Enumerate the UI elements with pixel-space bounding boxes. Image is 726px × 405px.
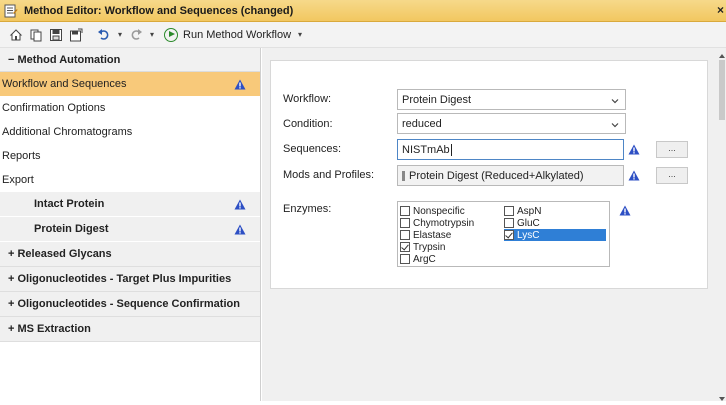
sidebar-item-intact-protein[interactable]: Intact Protein <box>0 192 260 217</box>
enzyme-label: GluC <box>517 217 540 229</box>
enzyme-aspn[interactable]: AspN <box>504 205 541 217</box>
chevron-down-icon <box>611 96 619 104</box>
chevron-down-icon <box>611 120 619 128</box>
document-icon <box>4 4 18 18</box>
workflow-form: Workflow: Protein Digest Condition: redu… <box>270 60 708 289</box>
mods-label: Mods and Profiles: <box>283 169 375 181</box>
save-as-icon[interactable] <box>68 27 84 43</box>
sidebar-item-label: Export <box>2 174 34 186</box>
scroll-down-icon[interactable] <box>719 393 725 401</box>
condition-label: Condition: <box>283 118 333 130</box>
undo-dropdown-icon[interactable]: ▾ <box>118 30 122 39</box>
enzyme-label: Trypsin <box>413 241 446 253</box>
enzyme-gluc[interactable]: GluC <box>504 217 540 229</box>
checkbox[interactable] <box>504 206 514 216</box>
sidebar-item-label: Protein Digest <box>34 223 109 235</box>
title-bar: Method Editor: Workflow and Sequences (c… <box>0 0 726 22</box>
text-cursor <box>450 143 452 156</box>
main-panel: Workflow: Protein Digest Condition: redu… <box>262 48 718 401</box>
workflow-value: Protein Digest <box>402 93 472 106</box>
enzymes-label: Enzymes: <box>283 203 332 215</box>
mods-field[interactable]: Protein Digest (Reduced+Alkylated) <box>397 165 624 186</box>
enzyme-label: AspN <box>517 205 542 217</box>
home-icon[interactable] <box>8 27 24 43</box>
redo-dropdown-icon[interactable]: ▾ <box>150 30 154 39</box>
enzyme-nonspecific[interactable]: Nonspecific <box>400 205 465 217</box>
warning-icon <box>234 79 246 90</box>
toolbar: ▾ ▾ Run Method Workflow ▾ <box>0 22 726 48</box>
checkbox[interactable] <box>400 254 410 264</box>
checkbox[interactable] <box>400 230 410 240</box>
sidebar-item-workflow-and-sequences[interactable]: Workflow and Sequences <box>0 72 260 96</box>
checkbox[interactable] <box>504 218 514 228</box>
save-icon[interactable] <box>48 27 64 43</box>
condition-select[interactable]: reduced <box>397 113 626 134</box>
enzyme-argc[interactable]: ArgC <box>400 253 436 265</box>
scrollbar-thumb[interactable] <box>719 60 725 120</box>
vertical-scrollbar[interactable] <box>718 48 726 401</box>
sidebar-item-label: Additional Chromatograms <box>2 126 133 138</box>
sequences-field[interactable]: NISTmAb <box>397 139 624 160</box>
sidebar: − Method Automation Workflow and Sequenc… <box>0 48 261 401</box>
sidebar-item-export[interactable]: Export <box>0 168 260 192</box>
warning-icon <box>234 199 246 210</box>
enzyme-label: Nonspecific <box>413 205 465 217</box>
condition-value: reduced <box>402 117 442 130</box>
run-dropdown-icon[interactable]: ▾ <box>298 30 302 39</box>
sidebar-item-protein-digest[interactable]: Protein Digest <box>0 217 260 242</box>
close-button[interactable]: × <box>717 3 724 17</box>
mods-value: Protein Digest (Reduced+Alkylated) <box>409 169 584 182</box>
mods-browse-button[interactable]: ... <box>656 167 688 184</box>
sequences-browse-button[interactable]: ... <box>656 141 688 158</box>
enzyme-label: Elastase <box>413 229 452 241</box>
group-ms-extraction[interactable]: + MS Extraction <box>0 317 260 342</box>
group-oligonucleotides-sequence[interactable]: + Oligonucleotides - Sequence Confirmati… <box>0 292 260 317</box>
group-oligonucleotides-target[interactable]: + Oligonucleotides - Target Plus Impurit… <box>0 267 260 292</box>
checkbox[interactable] <box>400 218 410 228</box>
checkbox[interactable] <box>400 206 410 216</box>
run-method-workflow-button[interactable]: Run Method Workflow ▾ <box>164 27 304 42</box>
redo-icon[interactable] <box>128 27 144 43</box>
enzyme-elastase[interactable]: Elastase <box>400 229 451 241</box>
warning-icon <box>234 224 246 235</box>
group-released-glycans[interactable]: + Released Glycans <box>0 242 260 267</box>
enzyme-lysc[interactable]: LysC <box>504 229 606 241</box>
sidebar-item-reports[interactable]: Reports <box>0 144 260 168</box>
sidebar-item-label: Reports <box>2 150 41 162</box>
enzyme-label: ArgC <box>413 253 436 265</box>
warning-icon <box>628 170 640 184</box>
scroll-up-icon[interactable] <box>719 50 725 58</box>
sidebar-item-confirmation-options[interactable]: Confirmation Options <box>0 96 260 120</box>
checkbox[interactable] <box>504 230 514 240</box>
sidebar-item-label: Confirmation Options <box>2 102 106 114</box>
open-icon[interactable] <box>28 27 44 43</box>
window-title: Method Editor: Workflow and Sequences (c… <box>24 4 294 17</box>
workflow-label: Workflow: <box>283 93 332 105</box>
sidebar-item-label: Workflow and Sequences <box>2 78 127 90</box>
list-icon <box>402 170 405 181</box>
enzyme-label: LysC <box>517 229 540 241</box>
checkbox[interactable] <box>400 242 410 252</box>
workflow-select[interactable]: Protein Digest <box>397 89 626 110</box>
warning-icon <box>628 144 640 158</box>
method-automation-header[interactable]: − Method Automation <box>0 48 260 72</box>
enzyme-label: Chymotrypsin <box>413 217 475 229</box>
sequences-label: Sequences: <box>283 143 342 155</box>
enzyme-trypsin[interactable]: Trypsin <box>400 241 445 253</box>
sequences-value: NISTmAb <box>402 143 450 156</box>
sidebar-item-additional-chromatograms[interactable]: Additional Chromatograms <box>0 120 260 144</box>
run-label: Run Method Workflow <box>183 28 292 41</box>
enzyme-chymotrypsin[interactable]: Chymotrypsin <box>400 217 474 229</box>
warning-icon <box>619 205 631 219</box>
play-icon <box>164 27 179 42</box>
sidebar-item-label: Intact Protein <box>34 198 105 210</box>
undo-icon[interactable] <box>96 27 112 43</box>
enzymes-list: Nonspecific Chymotrypsin Elastase Trypsi… <box>397 201 610 267</box>
